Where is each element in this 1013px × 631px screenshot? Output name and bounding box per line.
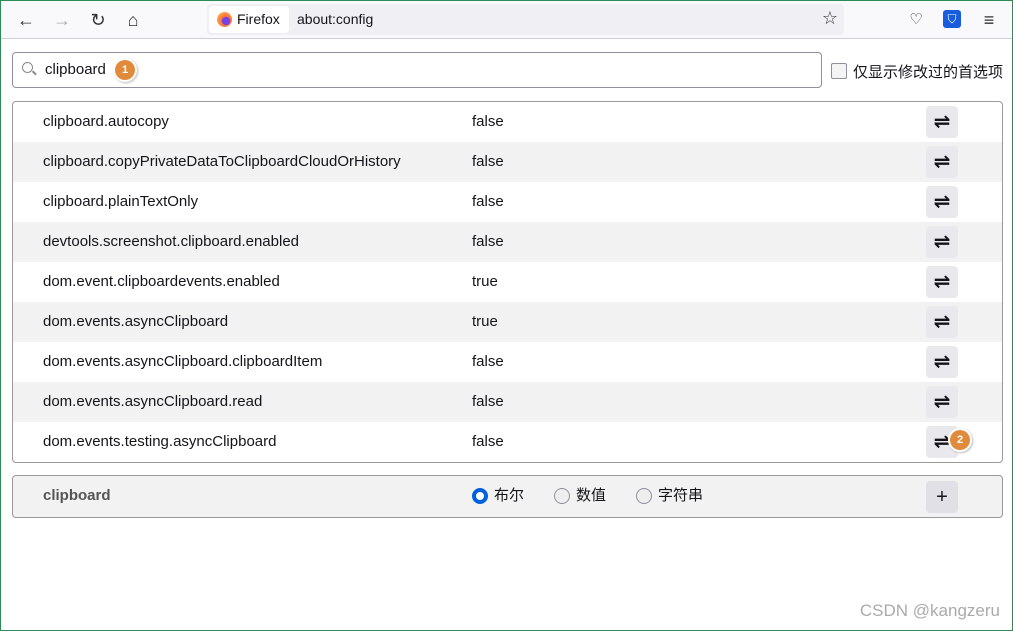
pref-value: false [472, 193, 504, 210]
add-pref-row: clipboard 布尔 数值 字符串 + [12, 475, 1003, 518]
pref-name: dom.event.clipboardevents.enabled [43, 273, 280, 290]
modified-only-label[interactable]: 仅显示修改过的首选项 [853, 61, 1003, 82]
home-icon[interactable]: ⌂ [122, 9, 144, 31]
menu-icon[interactable]: ≡ [978, 9, 1000, 31]
watermark: CSDN @kangzeru [859, 601, 1000, 620]
modified-only-checkbox[interactable] [831, 63, 847, 79]
pref-value: false [472, 153, 504, 170]
table-row: dom.events.testing.asyncClipboard false ⇌ 2 [13, 422, 1002, 462]
toggle-button[interactable]: ⇌ [926, 306, 958, 338]
radio-string-label[interactable]: 字符串 [658, 476, 703, 516]
table-row: dom.events.asyncClipboard.read false ⇌ [13, 382, 1002, 422]
new-pref-name: clipboard [43, 487, 111, 504]
pref-value: true [472, 313, 498, 330]
forward-icon[interactable]: → [51, 9, 73, 31]
table-row: devtools.screenshot.clipboard.enabled fal… [13, 222, 1002, 262]
pocket-icon[interactable]: ♡ [905, 9, 927, 31]
pref-name: clipboard.plainTextOnly [43, 193, 199, 210]
toggle-button[interactable]: ⇌ [926, 386, 958, 418]
pref-value: false [472, 113, 504, 130]
pref-name: dom.events.testing.asyncClipboard [43, 433, 277, 450]
identity-box[interactable]: Firefox [209, 6, 289, 33]
search-icon [22, 62, 33, 73]
toggle-button[interactable]: ⇌ [926, 106, 958, 138]
pref-value: true [472, 273, 498, 290]
toggle-button[interactable]: ⇌ [926, 266, 958, 298]
toggle-button[interactable]: ⇌ [926, 226, 958, 258]
identity-label: Firefox [237, 11, 280, 27]
table-row: dom.events.asyncClipboard.clipboardItem f… [13, 342, 1002, 382]
search-input[interactable]: clipboard 1 [12, 52, 822, 88]
pref-name: clipboard.copyPrivateDataToClipboardClou… [43, 153, 401, 170]
firefox-logo-icon [217, 12, 232, 27]
table-row: clipboard.autocopy false ⇌ [13, 102, 1002, 142]
reload-icon[interactable]: ↻ [87, 9, 109, 31]
toggle-button[interactable]: ⇌ [926, 186, 958, 218]
bookmark-star-icon[interactable]: ☆ [822, 8, 838, 29]
table-row: clipboard.copyPrivateDataToClipboardClou… [13, 142, 1002, 182]
pref-name: devtools.screenshot.clipboard.enabled [43, 233, 300, 250]
pref-value: false [472, 433, 504, 450]
toggle-button[interactable]: ⇌ [926, 146, 958, 178]
radio-boolean[interactable] [472, 488, 488, 504]
table-row: clipboard.plainTextOnly false ⇌ [13, 182, 1002, 222]
annotation-badge: 1 [115, 60, 135, 80]
url-bar[interactable]: Firefox about:config ☆ [207, 4, 844, 35]
pref-value: false [472, 353, 504, 370]
pref-name: dom.events.asyncClipboard.clipboardItem [43, 353, 323, 370]
pref-name: dom.events.asyncClipboard.read [43, 393, 263, 410]
annotation-badge: 2 [950, 430, 970, 450]
prefs-table: clipboard.autocopy false ⇌ clipboard.copyPr… [12, 101, 1003, 463]
pref-value: false [472, 393, 504, 410]
table-row: dom.event.clipboardevents.enabled true ⇌ [13, 262, 1002, 302]
pref-name: clipboard.autocopy [43, 113, 169, 130]
toggle-button[interactable]: ⇌ [926, 346, 958, 378]
table-row: dom.events.asyncClipboard true ⇌ [13, 302, 1002, 342]
pref-value: false [472, 233, 504, 250]
bitwarden-icon[interactable]: ⛉ [943, 10, 961, 28]
add-pref-button[interactable]: + [926, 481, 958, 513]
radio-boolean-label[interactable]: 布尔 [494, 476, 524, 516]
browser-toolbar: ← → ↻ ⌂ Firefox about:config ☆ ♡ ⛉ ≡ [1, 1, 1012, 39]
pref-name: dom.events.asyncClipboard [43, 313, 229, 330]
search-value: clipboard [45, 61, 106, 78]
radio-number[interactable] [554, 488, 570, 504]
back-icon[interactable]: ← [15, 9, 37, 31]
radio-number-label[interactable]: 数值 [576, 476, 606, 516]
url-text[interactable]: about:config [297, 4, 373, 35]
radio-string[interactable] [636, 488, 652, 504]
